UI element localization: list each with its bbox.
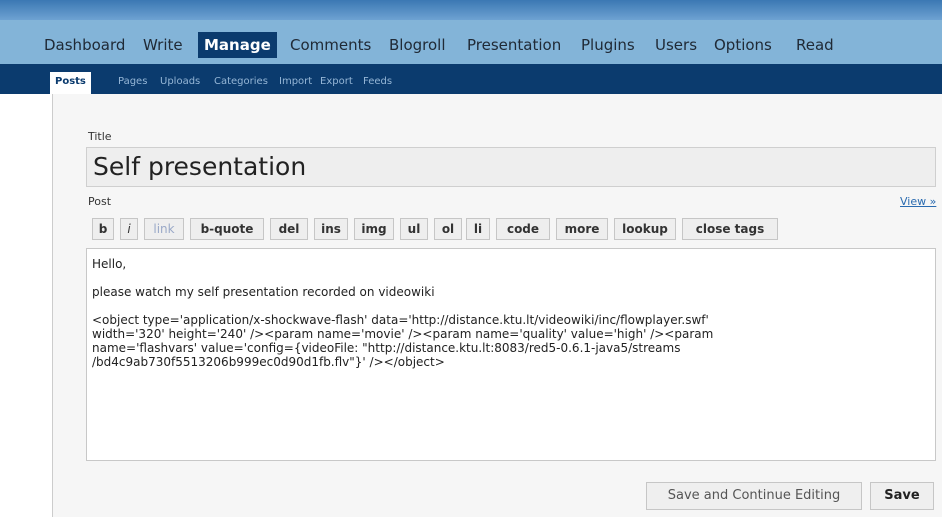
post-paragraph: please watch my self presentation record… bbox=[92, 285, 435, 299]
quicktag-bquote-button[interactable]: b-quote bbox=[190, 218, 264, 240]
quicktag-ul-button[interactable]: ul bbox=[400, 218, 428, 240]
save-and-continue-button[interactable]: Save and Continue Editing bbox=[646, 482, 862, 510]
title-label: Title bbox=[88, 130, 112, 143]
nav-dashboard[interactable]: Dashboard bbox=[44, 32, 125, 58]
sub-navigation: Posts Pages Uploads Categories Import Ex… bbox=[0, 64, 942, 94]
quicktag-li-button[interactable]: li bbox=[466, 218, 490, 240]
quicktag-bold-button[interactable]: b bbox=[92, 218, 114, 240]
quicktag-ins-button[interactable]: ins bbox=[314, 218, 348, 240]
title-input[interactable]: Self presentation bbox=[86, 147, 936, 187]
post-content-textarea[interactable]: Hello, please watch my self presentation… bbox=[86, 248, 936, 461]
quicktag-lookup-button[interactable]: lookup bbox=[614, 218, 676, 240]
subnav-import[interactable]: Import bbox=[279, 72, 312, 92]
nav-manage[interactable]: Manage bbox=[198, 32, 277, 58]
nav-presentation[interactable]: Presentation bbox=[467, 32, 561, 58]
view-post-link[interactable]: View » bbox=[900, 195, 936, 208]
quicktag-del-button[interactable]: del bbox=[270, 218, 308, 240]
quicktag-italic-button[interactable]: i bbox=[120, 218, 138, 240]
post-paragraph: Hello, bbox=[92, 257, 127, 271]
nav-read[interactable]: Read bbox=[796, 32, 834, 58]
nav-options[interactable]: Options bbox=[714, 32, 772, 58]
subnav-uploads[interactable]: Uploads bbox=[160, 72, 200, 92]
subnav-pages[interactable]: Pages bbox=[118, 72, 147, 92]
subnav-categories[interactable]: Categories bbox=[214, 72, 268, 92]
subnav-posts[interactable]: Posts bbox=[50, 72, 91, 94]
post-paragraph: <object type='application/x-shockwave-fl… bbox=[92, 313, 714, 369]
quicktag-code-button[interactable]: code bbox=[496, 218, 550, 240]
quicktag-link-button[interactable]: link bbox=[144, 218, 184, 240]
admin-header-bar bbox=[0, 0, 942, 20]
nav-plugins[interactable]: Plugins bbox=[581, 32, 635, 58]
main-navigation: Dashboard Write Manage Comments Blogroll… bbox=[0, 20, 942, 64]
subnav-export[interactable]: Export bbox=[320, 72, 353, 92]
nav-users[interactable]: Users bbox=[655, 32, 697, 58]
quicktag-img-button[interactable]: img bbox=[354, 218, 394, 240]
save-button[interactable]: Save bbox=[870, 482, 934, 510]
quicktag-close-tags-button[interactable]: close tags bbox=[682, 218, 778, 240]
nav-write[interactable]: Write bbox=[143, 32, 183, 58]
subnav-feeds[interactable]: Feeds bbox=[363, 72, 392, 92]
post-label: Post bbox=[88, 195, 112, 208]
quicktag-more-button[interactable]: more bbox=[556, 218, 608, 240]
nav-blogroll[interactable]: Blogroll bbox=[389, 32, 446, 58]
quicktag-ol-button[interactable]: ol bbox=[434, 218, 462, 240]
nav-comments[interactable]: Comments bbox=[290, 32, 371, 58]
